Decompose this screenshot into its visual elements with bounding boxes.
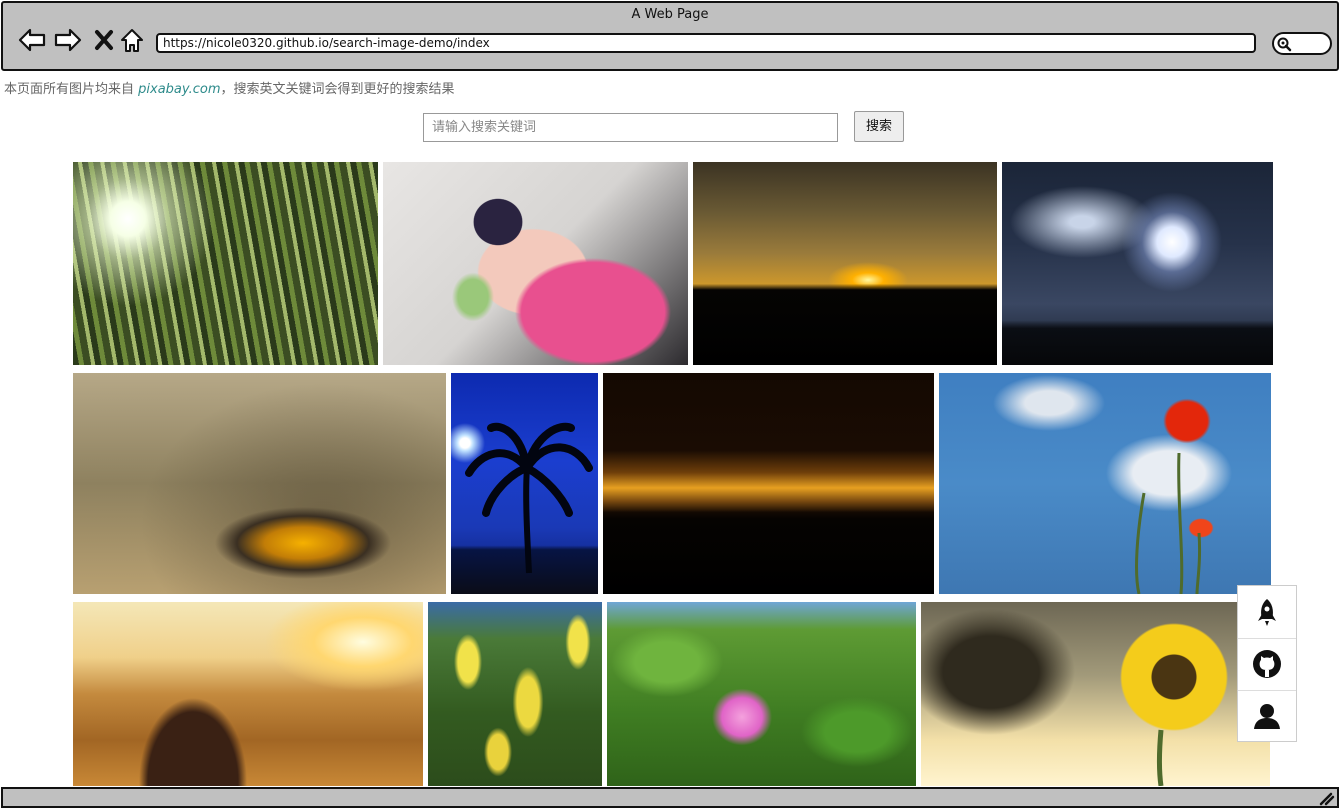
rocket-icon (1258, 599, 1276, 626)
notice-suffix: ，搜索英文关键词会得到更好的搜索结果 (220, 82, 455, 97)
search-input[interactable]: 请输入搜索关键词 (423, 113, 838, 142)
red-poppy-photo[interactable] (939, 373, 1271, 594)
home-icon (121, 29, 143, 52)
woman-sunglasses-photo[interactable] (383, 162, 688, 365)
address-bar[interactable]: https://nicole0320.github.io/search-imag… (156, 33, 1256, 53)
back-to-top-button[interactable] (1238, 586, 1296, 639)
browser-chrome: A Web Page https://nicole0320.github.io/… (1, 1, 1339, 71)
back-button[interactable] (17, 25, 47, 55)
sunflower-photo[interactable] (921, 602, 1270, 786)
pink-wild-rose-photo[interactable] (607, 602, 916, 786)
browser-search-box[interactable] (1272, 32, 1332, 55)
resize-grip-icon[interactable] (1317, 790, 1335, 806)
sunflower-stem (1157, 729, 1164, 786)
yellow-laburnum-photo[interactable] (428, 602, 602, 786)
notice-prefix: 本页面所有图片均来自 (4, 82, 135, 97)
home-button[interactable] (117, 25, 147, 55)
source-notice: 本页面所有图片均来自 pixabay.com，搜索英文关键词会得到更好的搜索结果 (4, 78, 455, 97)
lightning-storm-photo[interactable] (1002, 162, 1273, 365)
github-button[interactable] (1238, 638, 1296, 691)
user-icon (1254, 704, 1280, 729)
poppy-stems (1135, 452, 1202, 594)
search-icon (1277, 37, 1292, 52)
pixabay-link[interactable]: pixabay.com (138, 82, 220, 97)
search-button[interactable]: 搜索 (854, 111, 904, 142)
palm-silhouette (465, 422, 593, 574)
close-icon (95, 30, 113, 50)
status-bar (1, 787, 1339, 808)
sunset-horizon-photo[interactable] (693, 162, 997, 365)
cloud-sunrays-photo[interactable] (73, 373, 446, 594)
window-title: A Web Page (631, 7, 709, 22)
palm-tree-night-photo[interactable] (451, 373, 598, 594)
forward-button[interactable] (53, 25, 83, 55)
forward-arrow-icon (54, 28, 82, 52)
dusk-silhouette-photo[interactable] (603, 373, 934, 594)
github-icon (1253, 650, 1281, 678)
stop-button[interactable] (89, 25, 119, 55)
floating-action-bar (1237, 585, 1297, 742)
user-button[interactable] (1238, 690, 1296, 742)
girl-golden-field-photo[interactable] (73, 602, 423, 786)
back-arrow-icon (18, 28, 46, 52)
bamboo-forest-photo[interactable] (73, 162, 378, 365)
